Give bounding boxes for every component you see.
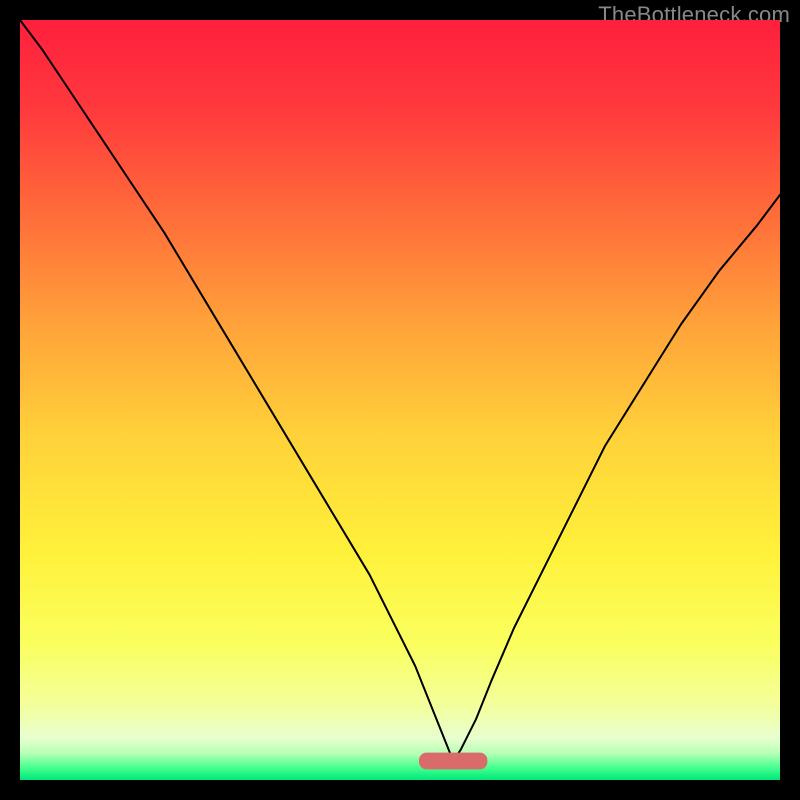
chart-svg bbox=[20, 20, 780, 780]
chart-frame: TheBottleneck.com bbox=[0, 0, 800, 800]
bottleneck-chart bbox=[20, 20, 780, 780]
